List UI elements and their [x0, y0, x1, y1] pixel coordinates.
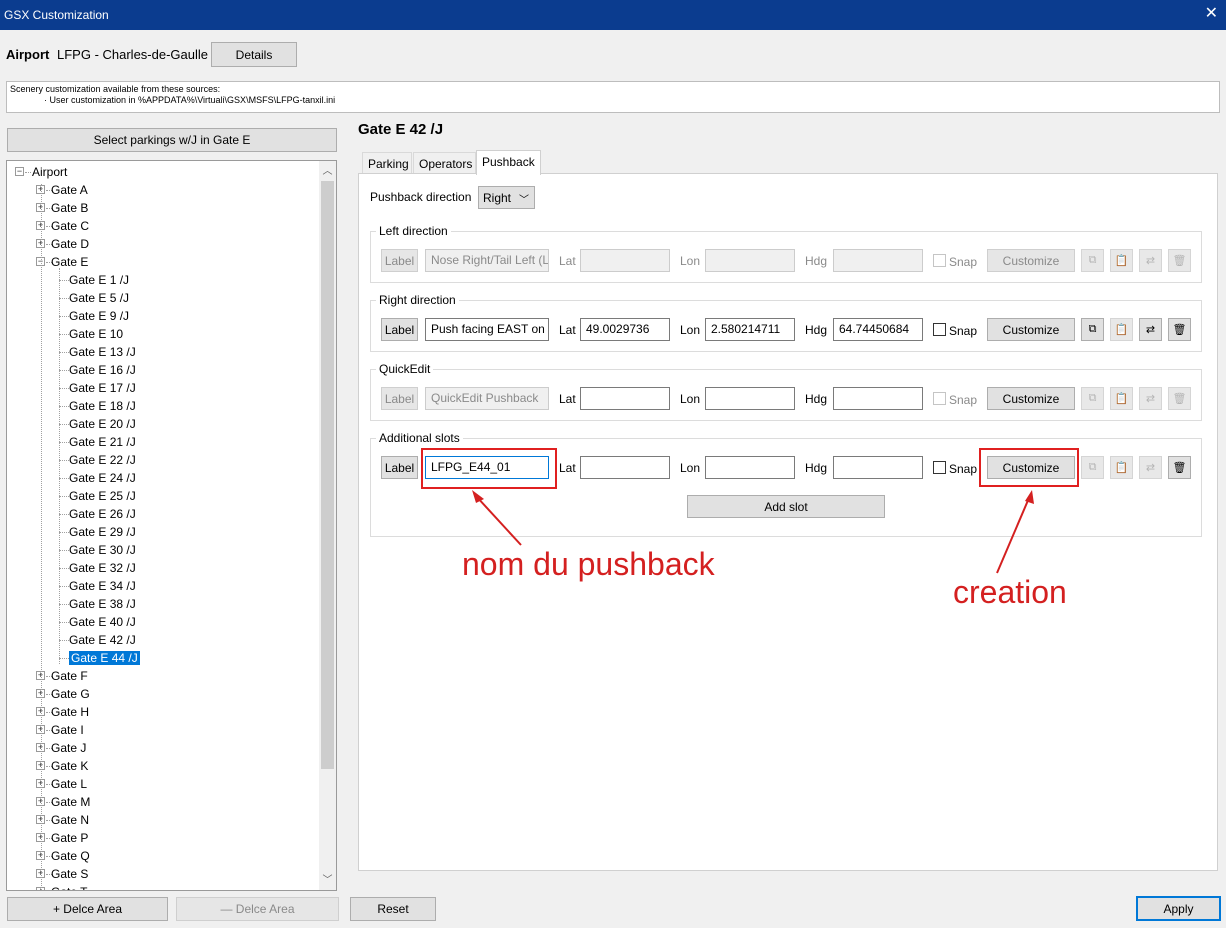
create-arrow-line [996, 497, 1030, 574]
name-annotation: nom du pushback [462, 546, 715, 582]
name-arrow-head [472, 490, 484, 503]
tab-pushback[interactable]: Pushback [476, 150, 541, 175]
create-annotation: creation [953, 574, 1067, 610]
name-arrow-line [475, 495, 522, 546]
annotation-arrows [472, 490, 1034, 574]
